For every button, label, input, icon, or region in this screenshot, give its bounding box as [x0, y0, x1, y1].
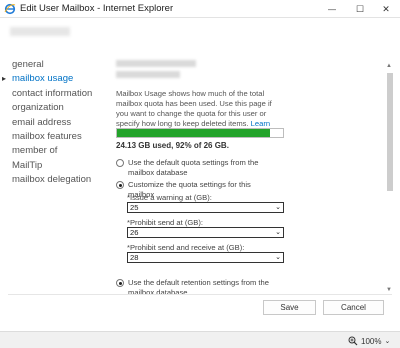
usage-progress-bar	[116, 128, 284, 138]
zoom-level: 100%	[361, 336, 382, 346]
nav-item-organization[interactable]: organization	[0, 101, 110, 115]
nav-item-mailtip[interactable]: MailTip	[0, 159, 110, 173]
issue-warning-select[interactable]: 25 ⌄	[127, 202, 284, 213]
nav-item-label: mailbox usage	[12, 73, 74, 85]
minimize-button[interactable]: —	[318, 0, 346, 18]
close-icon: ✕	[382, 3, 390, 14]
prohibit-send-select[interactable]: 26 ⌄	[127, 227, 284, 238]
nav-item-member-of[interactable]: member of	[0, 144, 110, 158]
nav-item-email-address[interactable]: email address	[0, 116, 110, 130]
chevron-down-icon: ⌄	[384, 338, 391, 345]
footer-divider	[8, 294, 392, 295]
chevron-down-icon: ⌄	[275, 229, 281, 236]
close-button[interactable]: ✕	[372, 0, 400, 18]
nav-item-mailbox-usage[interactable]: ▸ mailbox usage	[0, 72, 110, 86]
nav-item-contact-information[interactable]: contact information	[0, 87, 110, 101]
status-bar: 100% ⌄	[0, 331, 400, 348]
scroll-down-icon[interactable]: ▼	[386, 287, 392, 293]
usage-summary: 24.13 GB used, 92% of 26 GB.	[116, 141, 229, 150]
scroll-up-icon[interactable]: ▲	[386, 63, 392, 69]
window-title: Edit User Mailbox - Internet Explorer	[20, 3, 174, 14]
user-display-name-redacted	[10, 27, 70, 36]
default-retention-radio[interactable]	[116, 279, 124, 287]
nav-item-label: member of	[12, 145, 58, 157]
content-scrollbar[interactable]: ▲ ▼	[386, 63, 394, 293]
default-quota-label: Use the default quota settings from the …	[128, 158, 259, 177]
default-quota-radio[interactable]	[116, 159, 124, 167]
save-button[interactable]: Save	[263, 300, 316, 315]
nav-item-label: mailbox delegation	[12, 174, 92, 186]
sidebar-nav: general ▸ mailbox usage contact informati…	[0, 58, 110, 188]
minimize-icon: —	[328, 4, 336, 14]
nav-item-label: email address	[12, 116, 72, 128]
prohibit-send-label: *Prohibit send at (GB):	[127, 218, 203, 227]
title-bar: Edit User Mailbox - Internet Explorer — …	[0, 0, 400, 18]
nav-item-label: MailTip	[12, 159, 43, 171]
chevron-down-icon: ⌄	[275, 254, 281, 261]
scrollbar-thumb[interactable]	[387, 73, 393, 191]
chevron-down-icon: ⌄	[275, 204, 281, 211]
redacted-text	[116, 71, 180, 78]
nav-item-mailbox-delegation[interactable]: mailbox delegation	[0, 173, 110, 187]
cancel-button[interactable]: Cancel	[323, 300, 384, 315]
nav-item-general[interactable]: general	[0, 58, 110, 72]
prohibit-send-receive-select[interactable]: 28 ⌄	[127, 252, 284, 263]
internet-explorer-icon	[4, 3, 16, 15]
default-quota-option[interactable]: Use the default quota settings from the …	[116, 158, 278, 177]
usage-progress-fill	[117, 129, 270, 137]
zoom-control[interactable]: 100% ⌄	[348, 336, 390, 346]
issue-warning-label: *Issue a warning at (GB):	[127, 193, 212, 202]
redacted-text	[116, 60, 196, 67]
nav-item-label: general	[12, 59, 44, 70]
maximize-icon: ☐	[355, 3, 365, 14]
issue-warning-value: 25	[130, 203, 139, 212]
nav-item-label: mailbox features	[12, 130, 82, 142]
nav-item-label: contact information	[12, 87, 93, 99]
prohibit-send-receive-label: *Prohibit send and receive at (GB):	[127, 243, 245, 252]
arrow-right-icon: ▸	[2, 74, 7, 84]
prohibit-send-receive-value: 28	[130, 253, 139, 262]
nav-item-mailbox-features[interactable]: mailbox features	[0, 130, 110, 144]
maximize-button[interactable]: ☐	[346, 0, 374, 18]
custom-quota-radio[interactable]	[116, 181, 124, 189]
usage-description-text: Mailbox Usage shows how much of the tota…	[116, 89, 272, 128]
nav-item-label: organization	[12, 102, 64, 114]
prohibit-send-value: 26	[130, 228, 139, 237]
zoom-icon	[348, 336, 358, 346]
